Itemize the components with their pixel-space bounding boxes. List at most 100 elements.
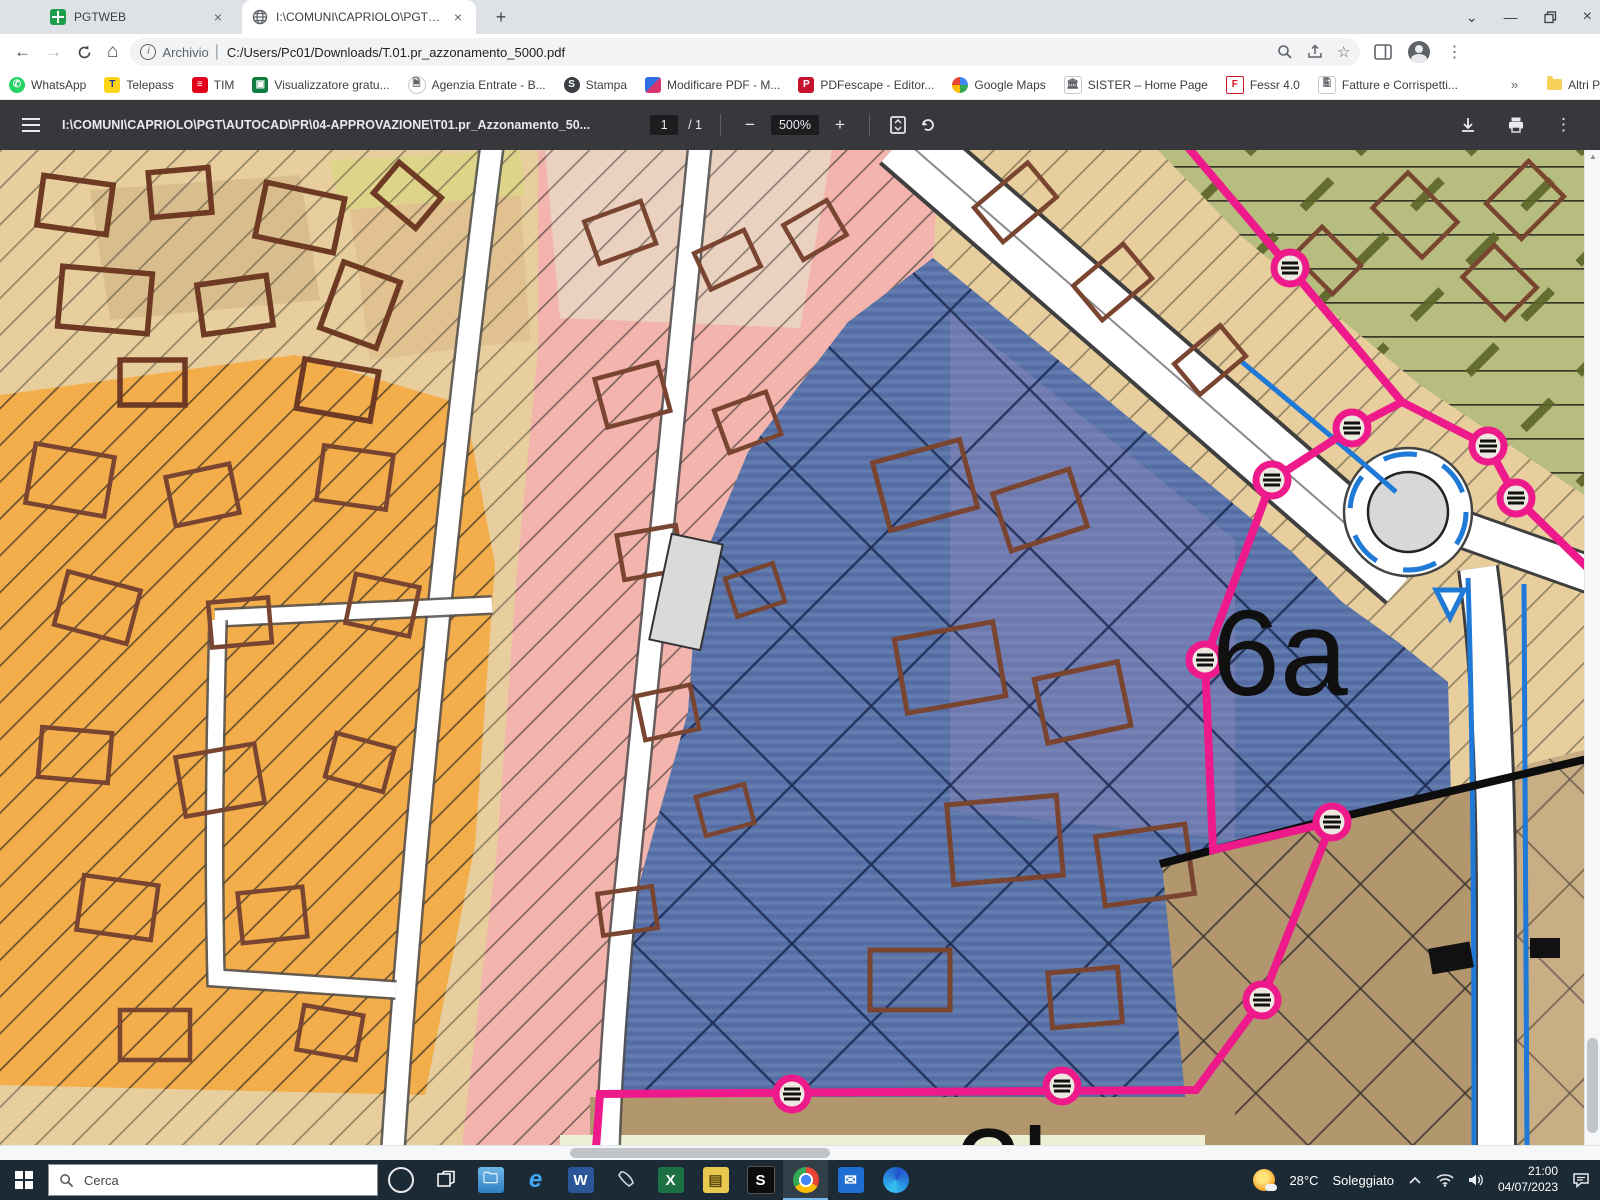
taskbar-app-excel[interactable]: X [648,1160,693,1200]
yellow-app-icon: ▤ [703,1167,729,1193]
zoom-page-icon[interactable] [1277,44,1293,60]
taskbar: Cerca 🗀 e W X ▤ S ✉ 28°C Soleggiato [0,1160,1600,1200]
print-icon[interactable] [1507,116,1525,134]
zone-label-6a: 6a [1212,585,1348,721]
system-tray: 28°C Soleggiato 21:00 04/07/2023 [1253,1164,1590,1195]
taskbar-app-phone[interactable] [603,1160,648,1200]
search-icon [59,1173,74,1188]
bookmark-label: Google Maps [974,78,1045,92]
vertical-scroll-thumb[interactable] [1587,1038,1598,1133]
taskbar-app-ie[interactable]: e [513,1160,558,1200]
profile-avatar[interactable] [1408,41,1430,63]
taskbar-app-yellow[interactable]: ▤ [693,1160,738,1200]
bookmarks-overflow-chevron[interactable]: » [1503,77,1526,92]
viewer-icon: ▣ [252,77,268,93]
address-scheme: Archivio [162,45,208,60]
close-window-icon[interactable]: × [1583,8,1592,26]
page-number-input[interactable]: 1 [650,115,678,135]
bookmark-label: Agenzia Entrate - B... [432,78,546,92]
volume-icon[interactable] [1468,1173,1484,1187]
download-icon[interactable] [1459,116,1477,134]
scroll-up-arrow[interactable]: ▲ [1585,152,1600,161]
wifi-icon[interactable] [1436,1173,1454,1187]
bookmark-fessr[interactable]: F Fessr 4.0 [1217,76,1309,94]
weather-icon[interactable] [1253,1169,1275,1191]
taskbar-app-mail[interactable]: ✉ [828,1160,873,1200]
bookmark-fatture[interactable]: 🖺Fatture e Corrispetti... [1309,76,1467,94]
weather-temp[interactable]: 28°C [1289,1173,1318,1188]
cortana-button[interactable] [378,1160,423,1200]
bookmark-stampa[interactable]: SStampa [555,77,636,93]
explorer-icon: 🗀 [478,1167,504,1193]
telepass-icon: T [104,77,120,93]
new-tab-button[interactable]: + [488,5,514,31]
bookmark-google-maps[interactable]: Google Maps [943,77,1054,93]
bookmark-visualizzatore[interactable]: ▣Visualizzatore gratu... [243,77,398,93]
rotate-icon[interactable] [918,115,938,135]
bookmark-pdfescape[interactable]: PPDFescape - Editor... [789,77,943,93]
pdf-separator [720,114,721,136]
tray-clock[interactable]: 21:00 04/07/2023 [1498,1164,1558,1195]
bookmark-agenzia-entrate[interactable]: 🗎 Agenzia Entrate - B... [399,76,555,94]
tray-chevron-icon[interactable] [1408,1175,1422,1185]
forward-icon[interactable]: → [45,42,62,62]
task-view-icon [436,1170,456,1190]
zoom-level-value[interactable]: 500% [771,115,819,135]
agenzia-icon: 🗎 [408,76,426,94]
search-placeholder: Cerca [84,1173,119,1188]
bookmark-star-icon[interactable]: ☆ [1337,43,1350,61]
pdf-page-controls: 1 / 1 − 500% + [650,114,938,136]
address-url: C:/Users/Pc01/Downloads/T.01.pr_azzoname… [227,45,1269,60]
pdf-more-icon[interactable]: ⋮ [1555,115,1572,135]
home-icon[interactable]: ⌂ [107,41,118,63]
pgtweb-favicon [50,9,66,25]
zoom-in-button[interactable]: + [829,115,851,135]
reload-icon[interactable] [76,44,93,61]
horizontal-scrollbar[interactable] [0,1145,1600,1160]
vertical-scrollbar[interactable]: ▲ [1584,150,1600,1145]
tab-label: I:\COMUNI\CAPRIOLO\PGT\AU [276,10,442,24]
bookmark-modificare-pdf[interactable]: Modificare PDF - M... [636,77,789,93]
tab-pdf[interactable]: I:\COMUNI\CAPRIOLO\PGT\AU × [242,0,476,34]
bookmark-tim[interactable]: ≡TIM [183,77,244,93]
task-view-button[interactable] [423,1160,468,1200]
bookmark-sister[interactable]: 🏛SISTER – Home Page [1055,76,1217,94]
back-icon[interactable]: ← [14,42,31,62]
pdf-menu-icon[interactable] [22,114,40,136]
browser-menu-icon[interactable]: ⋮ [1446,42,1462,62]
bookmark-label: Fessr 4.0 [1250,78,1300,92]
tab-pgtweb[interactable]: PGTWEB × [40,0,236,34]
fit-page-icon[interactable] [888,115,908,135]
word-icon: W [568,1167,594,1193]
taskbar-app-word[interactable]: W [558,1160,603,1200]
bookmark-label: Fatture e Corrispetti... [1342,78,1458,92]
zoom-out-button[interactable]: − [739,115,761,135]
minimize-icon[interactable]: — [1504,9,1518,25]
taskbar-app-dark[interactable]: S [738,1160,783,1200]
share-icon[interactable] [1307,44,1323,60]
fessr-icon: F [1226,76,1244,94]
taskbar-app-explorer[interactable]: 🗀 [468,1160,513,1200]
tab-close-icon[interactable]: × [450,9,466,25]
tab-search-icon[interactable]: ⌄ [1466,9,1478,26]
pdf-page-canvas[interactable]: 6a 2b [0,150,1584,1145]
address-bar[interactable]: i Archivio | C:/Users/Pc01/Downloads/T.0… [130,38,1360,66]
stampa-icon: S [564,77,580,93]
side-panel-icon[interactable] [1374,44,1392,60]
bookmark-label: TIM [214,78,235,92]
taskbar-app-chrome[interactable] [783,1160,828,1200]
restore-icon[interactable] [1544,11,1557,24]
start-button[interactable] [0,1160,48,1200]
bookmark-telepass[interactable]: TTelepass [95,77,182,93]
tab-close-icon[interactable]: × [210,9,226,25]
bookmark-whatsapp[interactable]: ✆WhatsApp [0,77,95,93]
action-center-icon[interactable] [1572,1172,1590,1188]
page-info-icon[interactable]: i [140,44,156,60]
taskbar-search[interactable]: Cerca [48,1164,378,1196]
pdfescape-icon: P [798,77,814,93]
other-bookmarks[interactable]: Altri Preferiti [1538,78,1600,92]
taskbar-app-edge[interactable] [873,1160,918,1200]
horizontal-scroll-thumb[interactable] [570,1148,830,1158]
zone-label-bottom: 2b [955,1104,1088,1145]
weather-desc[interactable]: Soleggiato [1332,1173,1393,1188]
